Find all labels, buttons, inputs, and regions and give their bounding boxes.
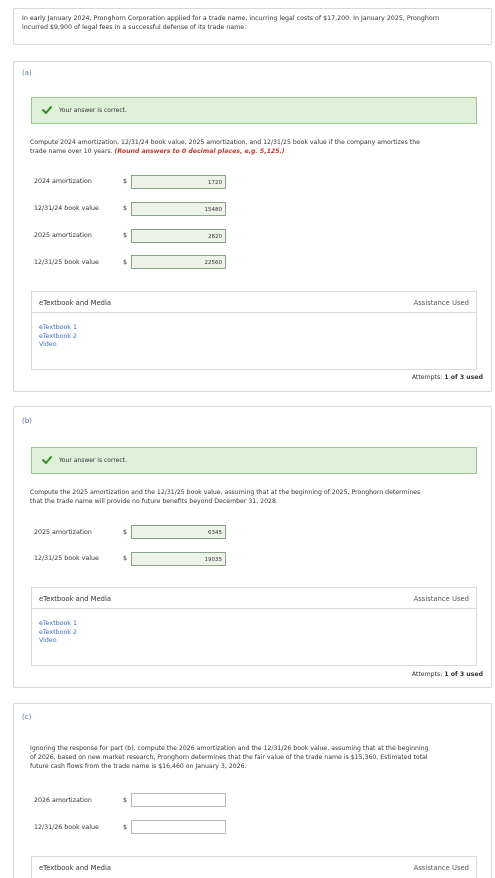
correct-banner: Your answer is correct. — [31, 97, 477, 124]
assistance-used: Assistance Used — [413, 595, 469, 603]
problem-intro: In early January 2024, Pronghorn Corpora… — [13, 8, 492, 45]
assistance-used: Assistance Used — [413, 864, 469, 872]
answer-field-2024-book-value[interactable]: 15480 — [131, 202, 226, 216]
row-label-2024-amortization: 2024 amortization — [34, 178, 92, 185]
currency-symbol: $ — [123, 797, 128, 804]
currency-symbol: $ — [123, 555, 128, 562]
etextbook-2-link[interactable]: eTextbook 2 — [39, 333, 77, 342]
etextbook-title: eTextbook and Media — [39, 595, 112, 603]
part-c-label: (c) — [22, 713, 32, 721]
question-line-2-text: trade name over 10 years. — [30, 148, 115, 155]
row-label-2025-amortization: 2025 amortization — [34, 232, 92, 239]
currency-symbol: $ — [123, 232, 128, 239]
attempts-label: Attempts: — [411, 374, 445, 381]
assistance-used: Assistance Used — [413, 299, 469, 307]
etextbook-title: eTextbook and Media — [39, 299, 112, 307]
correct-banner: Your answer is correct. — [31, 447, 477, 474]
attempts-value: 1 of 3 used — [444, 671, 483, 678]
resource-links: eTextbook 1 eTextbook 2 Video — [39, 324, 77, 350]
part-a-card: (a) Your answer is correct. Compute 2024… — [13, 61, 492, 392]
answer-value: 2820 — [208, 233, 222, 240]
answer-value: 19035 — [204, 556, 223, 563]
question-text: Ignoring the response for part (b), comp… — [30, 744, 485, 771]
answer-value: 6345 — [208, 529, 222, 536]
attempts-label: Attempts: — [411, 671, 445, 678]
etextbook-2-link[interactable]: eTextbook 2 — [39, 629, 77, 638]
currency-symbol: $ — [123, 178, 128, 185]
etextbook-header[interactable]: eTextbook and Media Assistance Used — [32, 857, 476, 878]
attempts-counter: Attempts: 1 of 3 used — [412, 374, 483, 381]
video-link[interactable]: Video — [39, 637, 77, 646]
row-label-2025-book-value: 12/31/25 book value — [34, 259, 99, 266]
answer-value: 22560 — [204, 259, 223, 266]
currency-symbol: $ — [123, 529, 128, 536]
rounding-hint: (Round answers to 0 decimal places, e.g.… — [114, 148, 285, 155]
correct-text: Your answer is correct. — [59, 107, 127, 114]
row-label-2026-amortization: 2026 amortization — [34, 797, 92, 804]
question-line-3: future cash flows from the trade name is… — [30, 763, 247, 770]
currency-symbol: $ — [123, 824, 128, 831]
correct-text: Your answer is correct. — [59, 457, 127, 464]
question-text: Compute the 2025 amortization and the 12… — [30, 488, 480, 506]
check-icon — [42, 456, 52, 464]
part-c-card: (c) Ignoring the response for part (b), … — [13, 703, 492, 878]
question-text: Compute 2024 amortization, 12/31/24 book… — [30, 138, 480, 156]
question-line-1: Compute 2024 amortization, 12/31/24 book… — [30, 139, 420, 146]
video-link[interactable]: Video — [39, 341, 77, 350]
answer-field-2025-book-value[interactable]: 19035 — [131, 552, 226, 566]
etextbook-panel: eTextbook and Media Assistance Used — [31, 856, 477, 878]
etextbook-panel: eTextbook and Media Assistance Used eTex… — [31, 291, 477, 370]
part-b-card: (b) Your answer is correct. Compute the … — [13, 406, 492, 688]
etextbook-header[interactable]: eTextbook and Media Assistance Used — [32, 588, 476, 609]
part-b-label: (b) — [22, 417, 32, 425]
resource-links: eTextbook 1 eTextbook 2 Video — [39, 620, 77, 646]
currency-symbol: $ — [123, 205, 128, 212]
answer-value: 15480 — [204, 206, 223, 213]
question-line-2: that the trade name will provide no futu… — [30, 498, 278, 505]
row-label-2025-amortization: 2025 amortization — [34, 529, 92, 536]
question-line-1: Ignoring the response for part (b), comp… — [30, 745, 429, 752]
attempts-value: 1 of 3 used — [444, 374, 483, 381]
row-label-2026-book-value: 12/31/26 book value — [34, 824, 99, 831]
question-line-2: of 2026, based on new market research, P… — [30, 754, 428, 761]
question-line-2: trade name over 10 years. (Round answers… — [30, 147, 480, 156]
etextbook-header[interactable]: eTextbook and Media Assistance Used — [32, 292, 476, 313]
answer-field-2026-amortization[interactable] — [131, 793, 226, 807]
row-label-2025-book-value: 12/31/25 book value — [34, 555, 99, 562]
answer-field-2025-amortization[interactable]: 2820 — [131, 229, 226, 243]
attempts-counter: Attempts: 1 of 3 used — [412, 671, 483, 678]
intro-line-2: incurred $9,900 of legal fees in a succe… — [22, 24, 247, 31]
check-icon — [42, 106, 52, 114]
etextbook-1-link[interactable]: eTextbook 1 — [39, 324, 77, 333]
etextbook-title: eTextbook and Media — [39, 864, 112, 872]
answer-field-2025-book-value[interactable]: 22560 — [131, 255, 226, 269]
answer-field-2024-amortization[interactable]: 1720 — [131, 175, 226, 189]
intro-line-1: In early January 2024, Pronghorn Corpora… — [22, 15, 440, 22]
answer-field-2025-amortization[interactable]: 6345 — [131, 525, 226, 539]
row-label-2024-book-value: 12/31/24 book value — [34, 205, 99, 212]
currency-symbol: $ — [123, 259, 128, 266]
question-line-1: Compute the 2025 amortization and the 12… — [30, 489, 421, 496]
etextbook-panel: eTextbook and Media Assistance Used eTex… — [31, 587, 477, 666]
part-a-label: (a) — [22, 69, 32, 77]
etextbook-1-link[interactable]: eTextbook 1 — [39, 620, 77, 629]
answer-field-2026-book-value[interactable] — [131, 820, 226, 834]
answer-value: 1720 — [208, 179, 222, 186]
